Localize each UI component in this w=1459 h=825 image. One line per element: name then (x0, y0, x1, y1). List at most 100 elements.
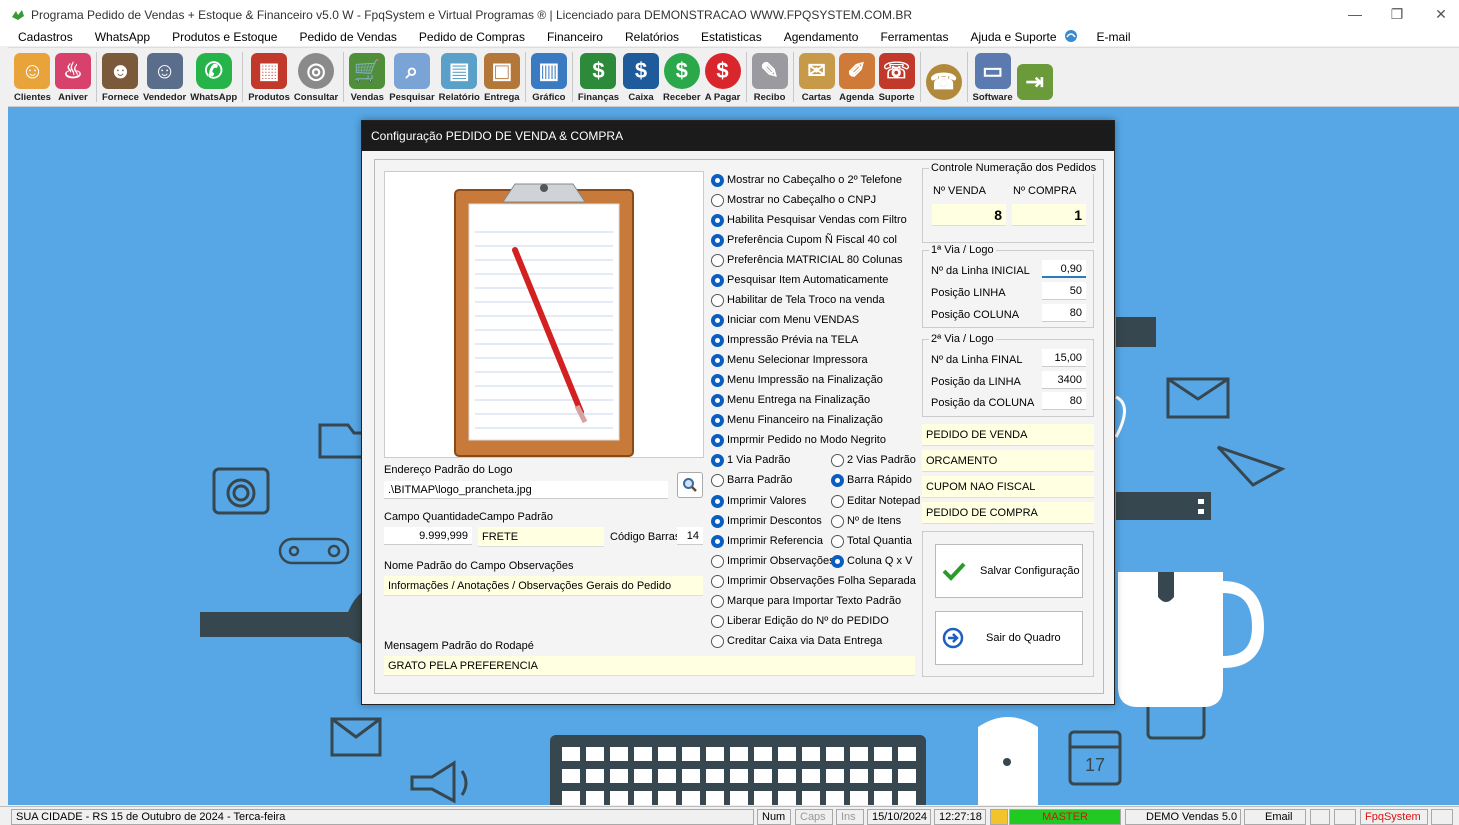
option-delivery-menu-finish[interactable]: Menu Entrega na Finalização (711, 392, 870, 408)
option-edit-notepad[interactable]: Editar Notepad (831, 493, 920, 509)
via1-pos-col-input[interactable]: 80 (1042, 304, 1086, 322)
option-edit-order-number[interactable]: Liberar Edição do Nº do PEDIDO (711, 613, 889, 629)
option-show-phone2[interactable]: Mostrar no Cabeçalho o 2º Telefone (711, 172, 902, 188)
via2-pos-col-input[interactable]: 80 (1042, 392, 1086, 410)
option-finance-menu-finish[interactable]: Menu Financeiro na Finalização (711, 412, 883, 428)
option-2-vias[interactable]: 2 Vias Padrão (831, 452, 916, 468)
menu-agendamento[interactable]: Agendamento (784, 30, 859, 44)
toolbar-software-button[interactable]: ▭ Software (971, 48, 1015, 106)
toolbar-apagar-button[interactable]: $ A Pagar (703, 48, 743, 106)
doc-title-purchase[interactable]: PEDIDO DE COMPRA (922, 502, 1094, 524)
toolbar-suporte-button[interactable]: ☏ Suporte (877, 48, 917, 106)
printer-icon[interactable] (1310, 809, 1330, 825)
toolbar-receber-button[interactable]: $ Receber (661, 48, 703, 106)
toolbar-clientes-button[interactable]: ☺ Clientes (12, 48, 53, 106)
footer-msg-input[interactable]: GRATO PELA PREFERENCIA (384, 656, 915, 676)
menu-relatorios[interactable]: Relatórios (625, 30, 679, 44)
doc-title-sale[interactable]: PEDIDO DE VENDA (922, 424, 1094, 446)
menu-ajuda-suporte[interactable]: Ajuda e Suporte (970, 30, 1056, 44)
save-config-button[interactable]: Salvar Configuração (935, 544, 1083, 598)
help-icon[interactable] (1063, 29, 1079, 46)
option-print-values[interactable]: Imprimir Valores (711, 493, 806, 509)
menu-estatisticas[interactable]: Estatisticas (701, 30, 762, 44)
toolbar-fornece-button[interactable]: ☻ Fornece (100, 48, 141, 106)
option-auto-search[interactable]: Pesquisar Item Automaticamente (711, 272, 888, 288)
via1-line-input[interactable]: 0,90 (1042, 260, 1086, 278)
menu-email[interactable]: E-mail (1097, 30, 1131, 44)
toolbar-aniver-button[interactable]: ♨ Aniver (53, 48, 93, 106)
radio-dot (831, 494, 844, 508)
option-total-quantity[interactable]: Total Quantia (831, 533, 912, 549)
menu-pedido-compras[interactable]: Pedido de Compras (419, 30, 525, 44)
menu-pedido-vendas[interactable]: Pedido de Vendas (299, 30, 396, 44)
option-search-filter[interactable]: Habilita Pesquisar Vendas com Filtro (711, 212, 907, 228)
toolbar-vendedor-button[interactable]: ☺ Vendedor (141, 48, 188, 106)
via2-pos-line-input[interactable]: 3400 (1042, 371, 1086, 389)
toolbar-phone-button[interactable]: ☎ (924, 48, 964, 106)
option-print-menu-finish[interactable]: Menu Impressão na Finalização (711, 372, 883, 388)
gamepad-icon (278, 537, 350, 565)
toolbar-vendas-button[interactable]: 🛒 Vendas (347, 48, 387, 106)
menu-whatsapp[interactable]: WhatsApp (95, 30, 150, 44)
doc-title-coupon[interactable]: CUPOM NAO FISCAL (922, 476, 1094, 498)
option-column-qxv[interactable]: Coluna Q x V (831, 553, 912, 569)
toolbar-recibo-button[interactable]: ✎ Recibo (750, 48, 790, 106)
sale-number-input[interactable]: 8 (932, 204, 1006, 226)
menu-financeiro[interactable]: Financeiro (547, 30, 603, 44)
exit-dialog-button[interactable]: Sair do Quadro (935, 611, 1083, 665)
option-print-reference[interactable]: Imprimir Referencia (711, 533, 823, 549)
option-start-sales-menu[interactable]: Iniciar com Menu VENDAS (711, 312, 859, 328)
toolbar-consultar-button[interactable]: ◎ Consultar (292, 48, 340, 106)
option-coupon-40col[interactable]: Preferência Cupom Ñ Fiscal 40 col (711, 232, 897, 248)
folder-icon (318, 423, 366, 459)
option-select-printer[interactable]: Menu Selecionar Impressora (711, 352, 868, 368)
keyboard-status-icon[interactable] (1334, 809, 1356, 825)
option-item-count[interactable]: Nº de Itens (831, 513, 901, 529)
option-1-via[interactable]: 1 Via Padrão (711, 452, 790, 468)
toolbar-financas-button[interactable]: $ Finanças (576, 48, 621, 106)
qty-input[interactable]: 9.999,999 (384, 527, 472, 545)
option-print-observations[interactable]: Imprimir Observações (711, 553, 835, 569)
option-show-cnpj[interactable]: Mostrar no Cabeçalho o CNPJ (711, 192, 876, 208)
option-credit-by-delivery-date[interactable]: Creditar Caixa via Data Entrega (711, 633, 882, 649)
toolbar-entrega-button[interactable]: ▣ Entrega (482, 48, 522, 106)
toolbar-whatsapp-button[interactable]: ✆ WhatsApp (188, 48, 239, 106)
barcode-input[interactable]: 14 (677, 527, 703, 545)
option-change-screen[interactable]: Habilitar de Tela Troco na venda (711, 292, 885, 308)
option-bold-print[interactable]: Imprmir Pedido no Modo Negrito (711, 432, 886, 448)
option-print-discounts[interactable]: Imprimir Descontos (711, 513, 822, 529)
menu-produtos-estoque[interactable]: Produtos e Estoque (172, 30, 277, 44)
toolbar-relatorio-button[interactable]: ▤ Relatório (437, 48, 482, 106)
radio-dot (711, 173, 724, 187)
toolbar-separator (571, 52, 573, 102)
radio-dot (711, 433, 724, 447)
toolbar-exit-button[interactable]: ⇥ (1015, 48, 1055, 106)
minimize-button[interactable]: — (1345, 6, 1365, 22)
option-bar-fast[interactable]: Barra Rápido (831, 472, 912, 488)
status-email[interactable]: Email (1244, 809, 1306, 825)
option-matrix-80col[interactable]: Preferência MATRICIAL 80 Colunas (711, 252, 902, 268)
toolbar-cartas-button[interactable]: ✉ Cartas (797, 48, 837, 106)
radio-dot (831, 534, 844, 548)
option-import-default-text[interactable]: Marque para Importar Texto Padrão (711, 593, 901, 609)
via2-line-input[interactable]: 15,00 (1042, 349, 1086, 367)
default-field-input[interactable]: FRETE (478, 527, 604, 547)
logo-path-input[interactable]: .\BITMAP\logo_prancheta.jpg (384, 481, 668, 499)
option-obs-separate-sheet[interactable]: Imprimir Observações Folha Separada (711, 573, 916, 589)
purchase-number-input[interactable]: 1 (1012, 204, 1086, 226)
toolbar-grafico-button[interactable]: ▥ Gráfico (529, 48, 569, 106)
close-button[interactable]: ✕ (1431, 6, 1451, 23)
option-print-preview[interactable]: Impressão Prévia na TELA (711, 332, 858, 348)
logo-browse-button[interactable] (677, 472, 703, 498)
obs-input[interactable]: Informações / Anotações / Observações Ge… (384, 576, 703, 596)
toolbar-pesquisar-button[interactable]: ⌕ Pesquisar (387, 48, 436, 106)
menu-ferramentas[interactable]: Ferramentas (880, 30, 948, 44)
doc-title-quote[interactable]: ORCAMENTO (922, 450, 1094, 472)
via1-pos-line-input[interactable]: 50 (1042, 282, 1086, 300)
option-bar-standard[interactable]: Barra Padrão (711, 472, 792, 488)
toolbar-caixa-button[interactable]: $ Caixa (621, 48, 661, 106)
restore-button[interactable]: ❐ (1387, 6, 1407, 23)
toolbar-agenda-button[interactable]: ✐ Agenda (837, 48, 877, 106)
menu-cadastros[interactable]: Cadastros (18, 30, 73, 44)
toolbar-produtos-button[interactable]: ▦ Produtos (246, 48, 292, 106)
